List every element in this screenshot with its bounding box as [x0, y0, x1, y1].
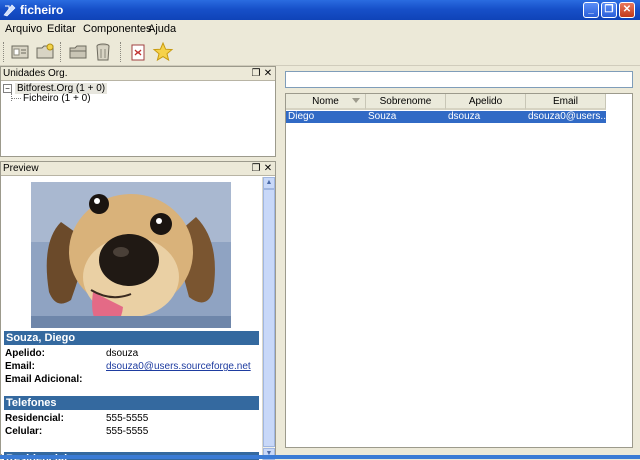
- menu-arquivo[interactable]: Arquivo: [5, 23, 42, 35]
- search-input[interactable]: [285, 71, 633, 88]
- minimize-button[interactable]: _: [583, 2, 599, 18]
- table-row[interactable]: Diego Souza dsouza dsouza0@users....: [286, 111, 606, 123]
- field-value: dsouza: [106, 348, 139, 359]
- close-icon[interactable]: ✕: [263, 163, 273, 174]
- app-window: ficheiro _ ❐ ✕ Arquivo Editar Componente…: [0, 0, 640, 460]
- field-label: Email Adicional:: [5, 374, 83, 385]
- email-link[interactable]: dsouza0@users.sourceforge.net: [106, 361, 251, 372]
- tree-node-ficheiro[interactable]: Ficheiro (1 + 0): [23, 93, 91, 104]
- open-folder-icon[interactable]: [67, 41, 89, 63]
- restore-button[interactable]: ❐: [601, 2, 617, 18]
- toolbar-separator: [120, 42, 122, 62]
- preview-content: Souza, Diego Apelido: dsouza Email: dsou…: [2, 177, 263, 460]
- app-icon: [3, 4, 16, 17]
- cell-sobrenome: Souza: [368, 111, 397, 122]
- menu-bar: Arquivo Editar Componentes Ajuda: [0, 20, 640, 38]
- dock-icon[interactable]: ❐: [251, 163, 261, 174]
- collapse-icon[interactable]: −: [3, 83, 12, 93]
- units-panel-header: Unidades Org. ❐ ✕: [1, 67, 275, 81]
- tree-connector: [11, 98, 21, 99]
- column-header-email[interactable]: Email: [526, 94, 606, 110]
- tree-connector: [11, 93, 12, 101]
- column-header-label: Nome: [312, 96, 339, 107]
- field-label: Residencial:: [5, 413, 64, 424]
- sort-desc-icon: [352, 98, 360, 103]
- preview-panel-header: Preview ❐ ✕: [1, 162, 275, 176]
- panel-splitter[interactable]: [277, 66, 283, 450]
- toolbar: [0, 38, 640, 66]
- menu-editar[interactable]: Editar: [47, 23, 76, 35]
- scroll-up-icon[interactable]: ▲: [263, 177, 275, 189]
- preview-panel-title: Preview: [3, 163, 39, 174]
- column-header-sobrenome[interactable]: Sobrenome: [366, 94, 446, 110]
- trash-icon[interactable]: [92, 41, 114, 63]
- preview-scrollbar[interactable]: ▲ ▼: [262, 177, 275, 460]
- dock-icon[interactable]: ❐: [251, 68, 261, 79]
- menu-ajuda[interactable]: Ajuda: [148, 23, 176, 35]
- new-card-icon[interactable]: [9, 41, 31, 63]
- window-title: ficheiro: [20, 3, 64, 17]
- toolbar-separator: [60, 42, 62, 62]
- field-label: Email:: [5, 361, 36, 372]
- column-header-nome[interactable]: Nome: [286, 94, 366, 110]
- menu-componentes[interactable]: Componentes: [83, 23, 152, 35]
- cell-email: dsouza0@users....: [528, 111, 606, 122]
- new-folder-icon[interactable]: [34, 41, 56, 63]
- star-icon[interactable]: [152, 41, 174, 63]
- field-value: 555-5555: [106, 426, 149, 437]
- close-button[interactable]: ✕: [619, 2, 635, 18]
- contacts-table: Nome Sobrenome Apelido Email Diego Souza…: [285, 93, 633, 448]
- units-panel: Unidades Org. ❐ ✕ − Bitforest.Org (1 + 0)…: [0, 66, 276, 157]
- toolbar-grip: [3, 42, 5, 62]
- title-bar[interactable]: ficheiro _ ❐ ✕: [0, 0, 640, 20]
- contact-photo: [31, 182, 231, 328]
- cell-nome: Diego: [288, 111, 315, 122]
- field-label: Celular:: [5, 426, 43, 437]
- taskbar-edge: [0, 455, 640, 459]
- preview-panel: Preview ❐ ✕ Souza, Diego Apelido: dsouza…: [0, 161, 276, 460]
- phones-header: Telefones: [4, 396, 259, 410]
- column-header-apelido[interactable]: Apelido: [446, 94, 526, 110]
- units-panel-title: Unidades Org.: [3, 68, 68, 79]
- field-value: 555-5555: [106, 413, 149, 424]
- close-icon[interactable]: ✕: [263, 68, 273, 79]
- contact-name-header: Souza, Diego: [4, 331, 259, 345]
- field-label: Apelido:: [5, 348, 45, 359]
- properties-icon[interactable]: [127, 41, 149, 63]
- cell-apelido: dsouza: [448, 111, 481, 122]
- scroll-thumb[interactable]: [263, 189, 275, 447]
